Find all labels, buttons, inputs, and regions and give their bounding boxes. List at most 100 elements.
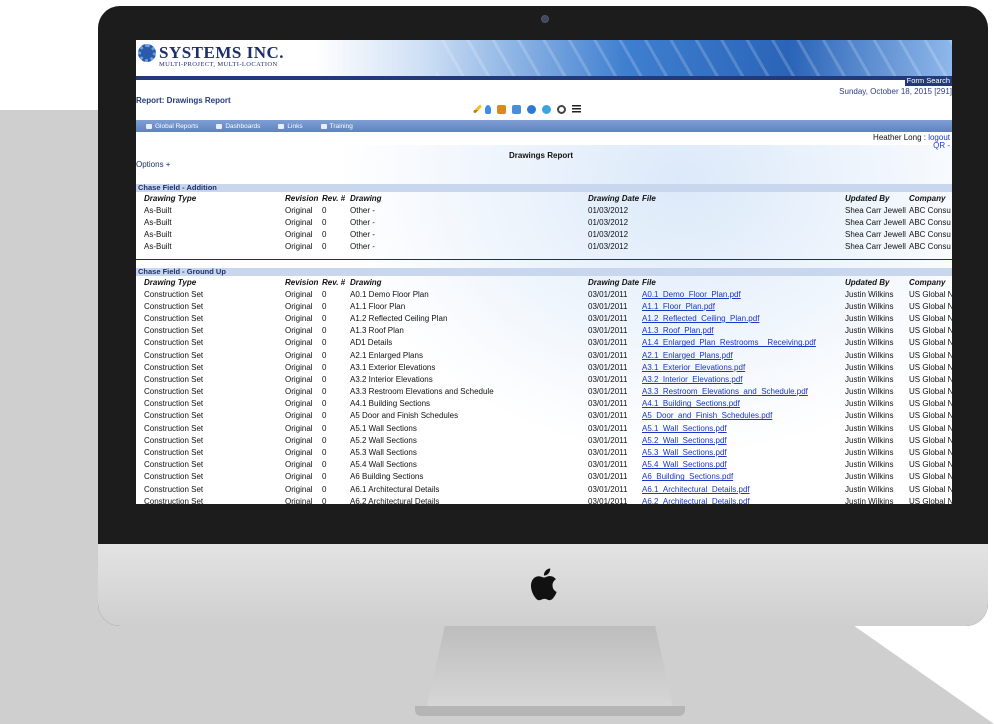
cell-file[interactable]: A5.4_Wall_Sections.pdf bbox=[642, 459, 845, 471]
cell-file[interactable]: A3.3_Restroom_Elevations_and_Schedule.pd… bbox=[642, 386, 845, 398]
column-file[interactable]: File bbox=[642, 276, 845, 288]
cell-file[interactable]: A1.3_Roof_Plan.pdf bbox=[642, 325, 845, 337]
table-row[interactable]: Construction Set Original 0 A3.3 Restroom E… bbox=[136, 386, 952, 398]
cell-drawing-type: Construction Set bbox=[144, 399, 204, 409]
menu-dashboards[interactable]: Dashboards bbox=[216, 123, 260, 130]
cell-file[interactable]: A0.1_Demo_Floor_Plan.pdf bbox=[642, 288, 845, 300]
cell-file[interactable]: A6.2_Architectural_Details.pdf bbox=[642, 495, 845, 504]
form-search-link[interactable]: Form Search bbox=[904, 76, 952, 86]
row-spacer bbox=[136, 446, 144, 458]
column-company[interactable]: Company bbox=[909, 192, 952, 204]
column-file[interactable]: File bbox=[642, 192, 845, 204]
menu-global-reports[interactable]: Global Reports bbox=[146, 123, 198, 130]
table-row[interactable]: Construction Set Original 0 A1.2 Reflected … bbox=[136, 312, 952, 324]
cell-file[interactable]: A1.4_Enlarged_Plan_Restrooms__Receiving.… bbox=[642, 337, 845, 349]
cell-drawing: A0.1 Demo Floor Plan bbox=[350, 289, 429, 299]
circle-icon[interactable] bbox=[542, 104, 551, 114]
globe-icon[interactable] bbox=[527, 104, 536, 114]
table-row[interactable]: Construction Set Original 0 A5.4 Wall Secti… bbox=[136, 459, 952, 471]
column-updated-by[interactable]: Updated By bbox=[845, 276, 909, 288]
menu-training[interactable]: Training bbox=[320, 123, 353, 130]
table-row[interactable]: Construction Set Original 0 AD1 Details 03/0… bbox=[136, 337, 952, 349]
column-rev-number[interactable]: Rev. # bbox=[322, 276, 350, 288]
cell-drawing-type: As-Built bbox=[144, 242, 172, 252]
column-drawing-type[interactable]: Drawing Type bbox=[144, 276, 285, 288]
table-row[interactable]: Construction Set Original 0 A3.1 Exterior E… bbox=[136, 361, 952, 373]
column-revision[interactable]: Revision bbox=[285, 192, 322, 204]
menu-links[interactable]: Links bbox=[278, 123, 303, 130]
cell-drawing-date: 03/01/2011 bbox=[588, 399, 628, 409]
row-spacer bbox=[136, 337, 144, 349]
cell-file[interactable]: A1.2_Reflected_Ceiling_Plan.pdf bbox=[642, 312, 845, 324]
cell-file[interactable]: A2.1_Enlarged_Plans.pdf bbox=[642, 349, 845, 361]
table-row[interactable]: Construction Set Original 0 A5.1 Wall Secti… bbox=[136, 422, 952, 434]
table-row[interactable]: Construction Set Original 0 A5.2 Wall Secti… bbox=[136, 434, 952, 446]
column-drawing-date[interactable]: Drawing Date bbox=[588, 192, 642, 204]
cell-drawing-date: 03/01/2011 bbox=[588, 289, 628, 299]
table-row[interactable]: Construction Set Original 0 A5.3 Wall Secti… bbox=[136, 446, 952, 458]
cell-file[interactable]: A3.2_Interior_Elevations.pdf bbox=[642, 373, 845, 385]
cell-drawing-date: 01/03/2012 bbox=[588, 242, 629, 252]
imac-stand bbox=[425, 625, 675, 715]
home-icon[interactable] bbox=[497, 104, 506, 114]
table-row[interactable]: As-Built Original 0 Other - 01/03/2012 Shea C… bbox=[136, 228, 952, 240]
table-row[interactable]: Construction Set Original 0 A1.3 Roof Plan 0… bbox=[136, 325, 952, 337]
table-row[interactable]: As-Built Original 0 Other - 01/03/2012 Shea C… bbox=[136, 204, 952, 216]
table-row[interactable]: Construction Set Original 0 A4.1 Building S… bbox=[136, 398, 952, 410]
column-rev-number[interactable]: Rev. # bbox=[322, 192, 350, 204]
systems-inc-logo[interactable]: SYSTEMS INC. MULTI-PROJECT, MULTI-LOCATI… bbox=[138, 44, 284, 68]
cell-company: US Global N bbox=[909, 399, 952, 409]
cell-revision: Original bbox=[285, 289, 313, 299]
table-row[interactable]: As-Built Original 0 Other - 01/03/2012 Shea C… bbox=[136, 241, 952, 253]
column-revision[interactable]: Revision bbox=[285, 276, 322, 288]
options-toggle[interactable]: Options + bbox=[136, 160, 170, 169]
cell-drawing-type: Construction Set bbox=[144, 435, 204, 445]
cell-company: US Global N bbox=[909, 374, 952, 384]
row-spacer bbox=[136, 312, 144, 324]
table-row[interactable]: Construction Set Original 0 A3.2 Interior E… bbox=[136, 373, 952, 385]
column-drawing-date[interactable]: Drawing Date bbox=[588, 276, 642, 288]
date-display: Sunday, October 18, 2015 [291] bbox=[839, 87, 952, 96]
cell-file[interactable]: A5_Door_and_Finish_Schedules.pdf bbox=[642, 410, 845, 422]
cell-revision: Original bbox=[285, 362, 313, 372]
column-updated-by[interactable]: Updated By bbox=[845, 192, 909, 204]
cell-file[interactable]: A5.3_Wall_Sections.pdf bbox=[642, 446, 845, 458]
globe-icon bbox=[146, 123, 152, 129]
list-icon[interactable] bbox=[572, 104, 581, 114]
table-row[interactable]: As-Built Original 0 Other - 01/03/2012 Shea C… bbox=[136, 216, 952, 228]
cell-drawing: A5.2 Wall Sections bbox=[350, 435, 417, 445]
pushpin-icon[interactable] bbox=[485, 104, 491, 114]
cell-file[interactable]: A3.1_Exterior_Elevations.pdf bbox=[642, 361, 845, 373]
table-row[interactable]: Construction Set Original 0 A1.1 Floor Plan… bbox=[136, 300, 952, 312]
column-drawing[interactable]: Drawing bbox=[350, 192, 588, 204]
cell-drawing-date: 01/03/2012 bbox=[588, 205, 629, 215]
column-drawing[interactable]: Drawing bbox=[350, 276, 588, 288]
document-icon[interactable] bbox=[512, 104, 521, 114]
cell-updated-by: Shea Carr Jewell bbox=[845, 217, 906, 227]
table-row[interactable]: Construction Set Original 0 A2.1 Enlarged P… bbox=[136, 349, 952, 361]
column-company[interactable]: Company bbox=[909, 276, 952, 288]
cell-company: US Global N bbox=[909, 362, 952, 372]
table-row[interactable]: Construction Set Original 0 A6 Building Sec… bbox=[136, 471, 952, 483]
cell-revision: Original bbox=[285, 411, 313, 421]
pencil-icon[interactable] bbox=[472, 104, 483, 114]
cell-file[interactable]: A1.1_Floor_Plan.pdf bbox=[642, 300, 845, 312]
cell-company: ABC Consu bbox=[909, 242, 951, 252]
cell-company: US Global N bbox=[909, 484, 952, 494]
cell-drawing: A4.1 Building Sections bbox=[350, 399, 431, 409]
column-drawing-type[interactable]: Drawing Type bbox=[144, 192, 285, 204]
search-icon[interactable] bbox=[557, 104, 566, 114]
table-row[interactable]: Construction Set Original 0 A6.1 Architectu… bbox=[136, 483, 952, 495]
table-row[interactable]: Construction Set Original 0 A0.1 Demo Floor… bbox=[136, 288, 952, 300]
table-row[interactable]: Construction Set Original 0 A6.2 Architectu… bbox=[136, 495, 952, 504]
cell-company: US Global N bbox=[909, 350, 952, 360]
cell-file[interactable]: A6.1_Architectural_Details.pdf bbox=[642, 483, 845, 495]
cell-file[interactable]: A6_Building_Sections.pdf bbox=[642, 471, 845, 483]
cell-company: US Global N bbox=[909, 338, 952, 348]
table-row[interactable]: Construction Set Original 0 A5 Door and Fin… bbox=[136, 410, 952, 422]
qr-link[interactable]: QR - bbox=[933, 141, 950, 150]
cell-rev-number: 0 bbox=[322, 423, 327, 433]
cell-file[interactable]: A5.1_Wall_Sections.pdf bbox=[642, 422, 845, 434]
cell-file[interactable]: A5.2_Wall_Sections.pdf bbox=[642, 434, 845, 446]
cell-file[interactable]: A4.1_Building_Sections.pdf bbox=[642, 398, 845, 410]
